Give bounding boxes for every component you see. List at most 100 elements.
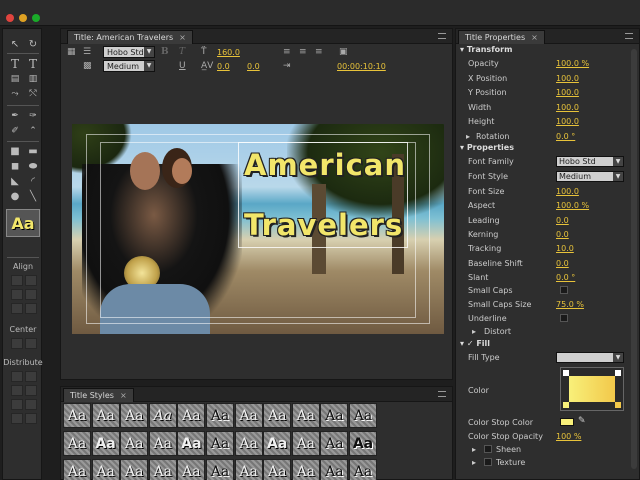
style-swatch[interactable]: Aa [206,431,234,456]
style-swatch[interactable]: Aa [349,431,377,456]
align-text-center-icon[interactable]: ≡ [299,47,307,57]
area-type-tool-icon[interactable]: ▤ [7,72,23,86]
font-style-property-dropdown[interactable]: Medium ▼ [556,171,624,182]
transform-section-header[interactable]: ▾ Transform [460,43,512,56]
property-value[interactable]: 10.0 [556,242,574,255]
close-window-button[interactable] [6,14,14,22]
property-value[interactable]: 100.0 [556,86,579,99]
rounded-rectangle-tool-icon[interactable]: ▬ [25,144,41,158]
show-video-icon[interactable]: ▣ [339,47,348,57]
distribute-left-button[interactable] [11,371,23,382]
small-caps-size-value[interactable]: 75.0 % [556,298,584,311]
style-swatch[interactable]: Aa [349,459,377,480]
ellipse-tool-icon[interactable]: ● [7,189,23,203]
roll-crawl-icon[interactable]: ☰ [83,47,91,57]
distribute-vspace-button[interactable] [25,413,37,424]
arc-tool-icon[interactable]: ◜ [25,174,41,188]
color-stop-handle[interactable] [615,402,621,408]
zoom-window-button[interactable] [32,14,40,22]
rotation-tool-icon[interactable]: ↻ [25,37,41,51]
delete-anchor-tool-icon[interactable]: ✐ [7,124,23,138]
property-value[interactable]: 100.0 [556,115,579,128]
underline-checkbox[interactable] [560,314,568,322]
style-swatch[interactable]: Aa [148,431,177,456]
tab-stops-icon[interactable]: ⇥ [283,61,291,71]
distribute-hcenter-button[interactable] [11,385,23,396]
timecode-value[interactable]: 00:00:10:10 [337,62,386,71]
style-swatch[interactable]: Aa [320,459,349,480]
panel-menu-icon[interactable] [438,391,446,397]
texture-checkbox[interactable] [484,458,492,466]
vertical-path-type-tool-icon[interactable]: ⤲ [25,87,41,101]
style-swatch[interactable]: Aa [349,403,377,428]
distribute-bottom-button[interactable] [25,399,37,410]
style-swatch[interactable]: Aa [91,459,120,480]
align-vcenter-button[interactable] [25,289,37,300]
title-canvas[interactable]: American Travelers [72,124,444,334]
path-type-tool-icon[interactable]: ⤳ [7,87,23,101]
pen-tool-icon[interactable]: ✒ [7,109,23,123]
property-value[interactable]: 100.0 % [556,57,589,70]
panel-menu-icon[interactable] [438,33,446,39]
style-swatch[interactable]: Aa [63,459,91,480]
templates-icon[interactable]: ▩ [83,61,92,71]
align-text-left-icon[interactable]: ≡ [283,47,291,57]
fill-type-dropdown[interactable]: ▼ [556,352,624,363]
close-tab-icon[interactable]: × [531,33,538,42]
style-swatch[interactable]: Aa [148,459,177,480]
style-swatch[interactable]: Aa [177,431,206,456]
distribute-hspace-button[interactable] [11,413,23,424]
title-line-1[interactable]: American [244,148,406,182]
align-left-button[interactable] [11,275,23,286]
style-swatch[interactable]: Aa [177,459,206,480]
line-tool-icon[interactable]: ╲ [25,189,41,203]
distribute-top-button[interactable] [25,371,37,382]
center-vertical-button[interactable] [25,338,37,349]
style-swatch[interactable]: Aa [263,459,292,480]
tab-title-styles[interactable]: Title Styles × [63,388,134,402]
style-swatch[interactable]: Aa [91,403,120,428]
style-swatch[interactable]: Aa [291,459,320,480]
style-swatch[interactable]: Aa [120,459,149,480]
vertical-type-tool-icon[interactable]: T [25,57,41,71]
tracking-value[interactable]: 0.0 [217,62,230,71]
distribute-right-button[interactable] [11,399,23,410]
color-stop-opacity-value[interactable]: 100 % [556,430,581,443]
font-style-dropdown[interactable]: Medium ▼ [103,60,155,72]
style-swatch[interactable]: Aa [120,431,149,456]
minimize-window-button[interactable] [19,14,27,22]
clipped-corner-tool-icon[interactable]: ◼ [7,159,23,173]
style-swatch[interactable]: Aa [263,431,292,456]
font-family-dropdown[interactable]: Hobo Std ▼ [103,46,155,58]
property-value[interactable]: 100.0 [556,101,579,114]
leading-value[interactable]: 0.0 [247,62,260,71]
style-swatch[interactable]: Aa [320,431,349,456]
bold-icon[interactable]: B [161,47,169,57]
vertical-area-type-tool-icon[interactable]: ▥ [25,72,41,86]
opacity-stop-handle[interactable] [615,370,621,376]
align-right-button[interactable] [11,303,23,314]
style-swatch[interactable]: Aa [234,431,263,456]
chevron-right-icon[interactable]: ▸ [472,443,476,456]
sheen-checkbox[interactable] [484,445,492,453]
type-tool-icon[interactable]: T [7,57,23,71]
chevron-right-icon[interactable]: ▸ [472,456,476,469]
underline-icon[interactable]: U [179,61,186,71]
small-caps-checkbox[interactable] [560,286,568,294]
align-bottom-button[interactable] [25,303,37,314]
tab-title-editor[interactable]: Title: American Travelers × [67,30,193,44]
property-value[interactable]: 100.0 [556,72,579,85]
distribute-vcenter-button[interactable] [25,385,37,396]
rectangle-tool-icon[interactable]: ■ [7,144,23,158]
fill-section-header[interactable]: ▾ ✓ Fill [460,337,490,350]
rounded-corner-tool-icon[interactable]: ⬬ [25,159,41,173]
properties-scrollbar[interactable] [631,49,637,469]
style-swatch[interactable]: Aa [206,403,234,428]
style-swatch[interactable]: Aa [177,403,206,428]
style-swatch[interactable]: Aa [263,403,292,428]
font-family-property-dropdown[interactable]: Hobo Std ▼ [556,156,624,167]
color-stop-handle[interactable] [563,402,569,408]
italic-icon[interactable]: T [179,47,185,57]
property-value[interactable]: 0.0 ° [556,130,575,143]
property-value[interactable]: 0.0 [556,228,569,241]
